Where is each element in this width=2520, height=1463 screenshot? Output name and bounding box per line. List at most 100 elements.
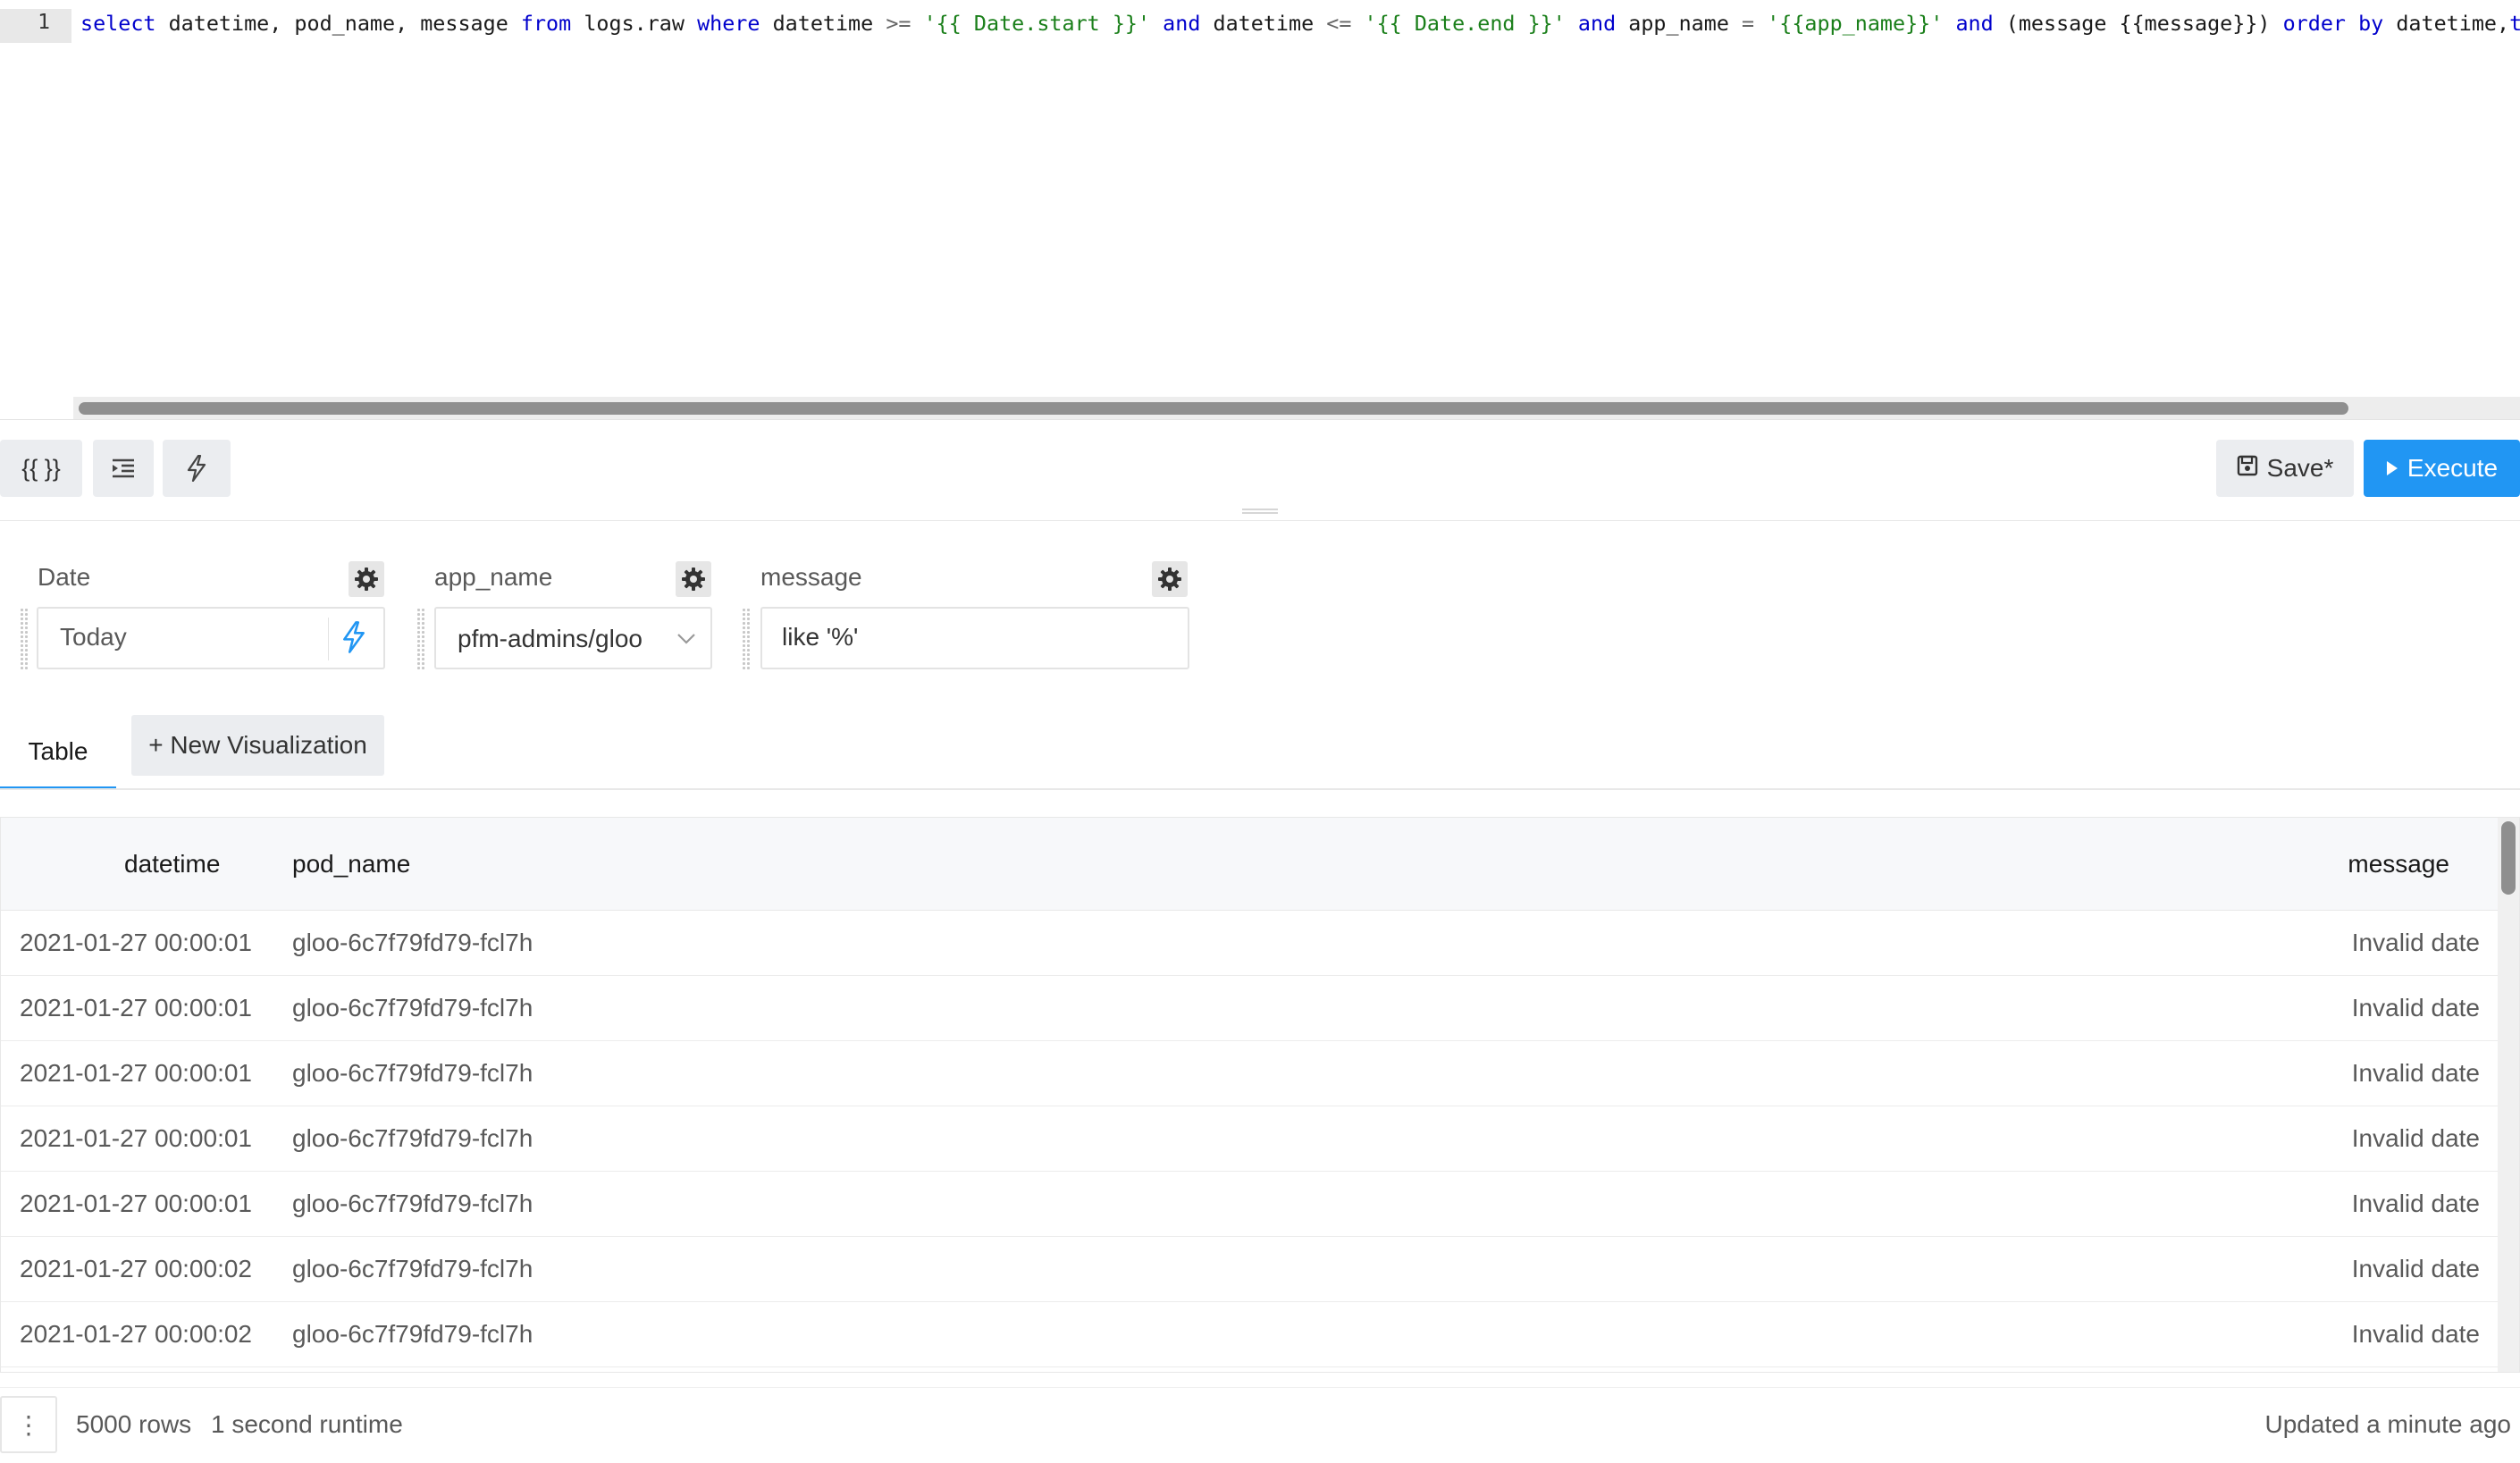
code-token: from xyxy=(520,11,572,36)
lightning-icon xyxy=(187,455,206,482)
column-header-datetime[interactable]: datetime xyxy=(124,850,220,879)
cell-pod-name: gloo-6c7f79fd79-fcl7h xyxy=(292,1190,533,1217)
column-header-message[interactable]: message xyxy=(2348,850,2449,879)
format-query-button[interactable] xyxy=(93,440,154,497)
code-token: >= xyxy=(886,11,911,36)
tab-table[interactable]: Table xyxy=(0,715,116,788)
line-number: 1 xyxy=(38,11,50,34)
table-vertical-scrollbar[interactable] xyxy=(2498,818,2519,1372)
code-token: and xyxy=(1163,11,1201,36)
cell-datetime: 2021-01-27 00:00:01 xyxy=(20,929,252,956)
table-row[interactable]: 2021-01-27 00:00:01 gloo-6c7f79fd79-fcl7h… xyxy=(1,1106,2499,1172)
rows-count: 5000 rows xyxy=(76,1410,192,1438)
code-token: datetime xyxy=(1200,11,1327,36)
code-token: app_name xyxy=(1616,11,1742,36)
code-line[interactable]: select datetime, pod_name, message from … xyxy=(80,11,2520,36)
table-row[interactable]: 2021-01-27 00:00:01 gloo-6c7f79fd79-fcl7h… xyxy=(1,1041,2499,1106)
table-row[interactable]: 2021-01-27 00:00:02 gloo-6c7f79fd79-fcl7h… xyxy=(1,1302,2499,1367)
updated-time: Updated a minute ago xyxy=(2264,1410,2511,1438)
lightning-icon[interactable] xyxy=(342,621,365,660)
save-button-label: Save* xyxy=(2266,454,2334,482)
gear-icon[interactable] xyxy=(1152,561,1188,597)
table-header: datetime pod_name message xyxy=(1,818,2499,911)
table-row[interactable]: 2021-01-27 00:00:01 gloo-6c7f79fd79-fcl7h… xyxy=(1,1172,2499,1237)
cell-datetime: 2021-01-27 00:00:02 xyxy=(20,1255,252,1282)
separator xyxy=(328,618,329,660)
cell-datetime: 2021-01-27 00:00:01 xyxy=(20,1124,252,1152)
autocomplete-toggle-button[interactable] xyxy=(163,440,231,497)
cell-message: Invalid date xyxy=(2351,929,2480,956)
table-row[interactable]: 2021-01-27 00:00:01 gloo-6c7f79fd79-fcl7h… xyxy=(1,911,2499,976)
cell-message: Invalid date xyxy=(2351,1190,2480,1217)
new-visualization-button[interactable]: + New Visualization xyxy=(131,715,384,776)
code-token: datetime xyxy=(760,11,886,36)
param-drag-handle[interactable] xyxy=(20,608,29,670)
editor-scrollbar-thumb[interactable] xyxy=(79,402,2348,415)
params-button-label: {{ }} xyxy=(21,454,61,482)
code-token: and xyxy=(1955,11,1994,36)
code-token: order by xyxy=(2282,11,2384,36)
cell-message: Invalid date xyxy=(2351,1059,2480,1087)
param-label-message: message xyxy=(760,563,862,591)
param-drag-handle[interactable] xyxy=(416,608,425,670)
code-token: = xyxy=(1742,11,1755,36)
editor-resize-handle[interactable] xyxy=(1242,509,1278,514)
cell-pod-name: gloo-6c7f79fd79-fcl7h xyxy=(292,1059,533,1087)
cell-message: Invalid date xyxy=(2351,1255,2480,1282)
save-button[interactable]: Save* xyxy=(2216,440,2354,497)
table-scrollbar-thumb[interactable] xyxy=(2501,821,2516,895)
code-token: select xyxy=(80,11,156,36)
param-drag-handle[interactable] xyxy=(742,608,751,670)
editor-gutter: 1 xyxy=(0,0,71,419)
chevron-down-icon xyxy=(676,626,697,655)
param-label-date: Date xyxy=(38,563,91,591)
query-editor[interactable]: 1 select datetime, pod_name, message fro… xyxy=(0,0,2520,420)
cell-datetime: 2021-01-27 00:00:02 xyxy=(20,1320,252,1348)
execute-button[interactable]: Execute xyxy=(2364,440,2520,497)
code-token: logs.raw xyxy=(571,11,698,36)
footer-divider xyxy=(0,1387,2520,1388)
code-token: (message {{message}}) xyxy=(1993,11,2283,36)
cell-message: Invalid date xyxy=(2351,994,2480,1022)
code-token: '{{ Date.end }}' xyxy=(1364,11,1566,36)
cell-pod-name: gloo-6c7f79fd79-fcl7h xyxy=(292,929,533,956)
table-row[interactable]: 2021-01-27 00:00:02 gloo-6c7f79fd79-fcl7h… xyxy=(1,1237,2499,1302)
code-token: <= xyxy=(1326,11,1352,36)
param-label-app-name: app_name xyxy=(434,563,553,591)
table-row[interactable]: 2021-01-27 00:00:01 gloo-6c7f79fd79-fcl7h… xyxy=(1,976,2499,1041)
cell-pod-name: gloo-6c7f79fd79-fcl7h xyxy=(292,1320,533,1348)
cell-pod-name: gloo-6c7f79fd79-fcl7h xyxy=(292,1255,533,1282)
cell-message: Invalid date xyxy=(2351,1320,2480,1348)
floppy-disk-icon xyxy=(2237,454,2258,483)
divider xyxy=(0,520,2520,521)
code-token: where xyxy=(697,11,760,36)
indent-icon xyxy=(112,458,135,479)
date-range-input[interactable]: Today xyxy=(37,607,385,669)
app-name-select[interactable]: pfm-admins/gloo xyxy=(434,607,712,669)
cell-pod-name: gloo-6c7f79fd79-fcl7h xyxy=(292,1124,533,1152)
gear-icon[interactable] xyxy=(676,561,711,597)
code-token: datetime, xyxy=(2383,11,2510,36)
code-token: timestamp xyxy=(2509,11,2520,36)
code-token: '{{ Date.start }}' xyxy=(923,11,1151,36)
execute-button-label: Execute xyxy=(2407,454,2499,482)
gear-icon[interactable] xyxy=(349,561,384,597)
message-value: like '%' xyxy=(782,623,859,651)
date-value: Today xyxy=(60,623,127,651)
more-options-icon[interactable]: ⋮ xyxy=(0,1396,57,1453)
message-input[interactable]: like '%' xyxy=(760,607,1189,669)
cell-pod-name: gloo-6c7f79fd79-fcl7h xyxy=(292,994,533,1022)
cell-message: Invalid date xyxy=(2351,1124,2480,1152)
tabs-divider xyxy=(0,788,2520,790)
results-table: datetime pod_name message 2021-01-27 00:… xyxy=(0,817,2520,1373)
column-header-pod-name[interactable]: pod_name xyxy=(292,850,410,879)
add-parameter-button[interactable]: {{ }} xyxy=(0,440,82,497)
app-name-value: pfm-admins/gloo xyxy=(458,625,643,652)
code-token: and xyxy=(1577,11,1617,36)
code-token: '{{app_name}}' xyxy=(1767,11,1944,36)
